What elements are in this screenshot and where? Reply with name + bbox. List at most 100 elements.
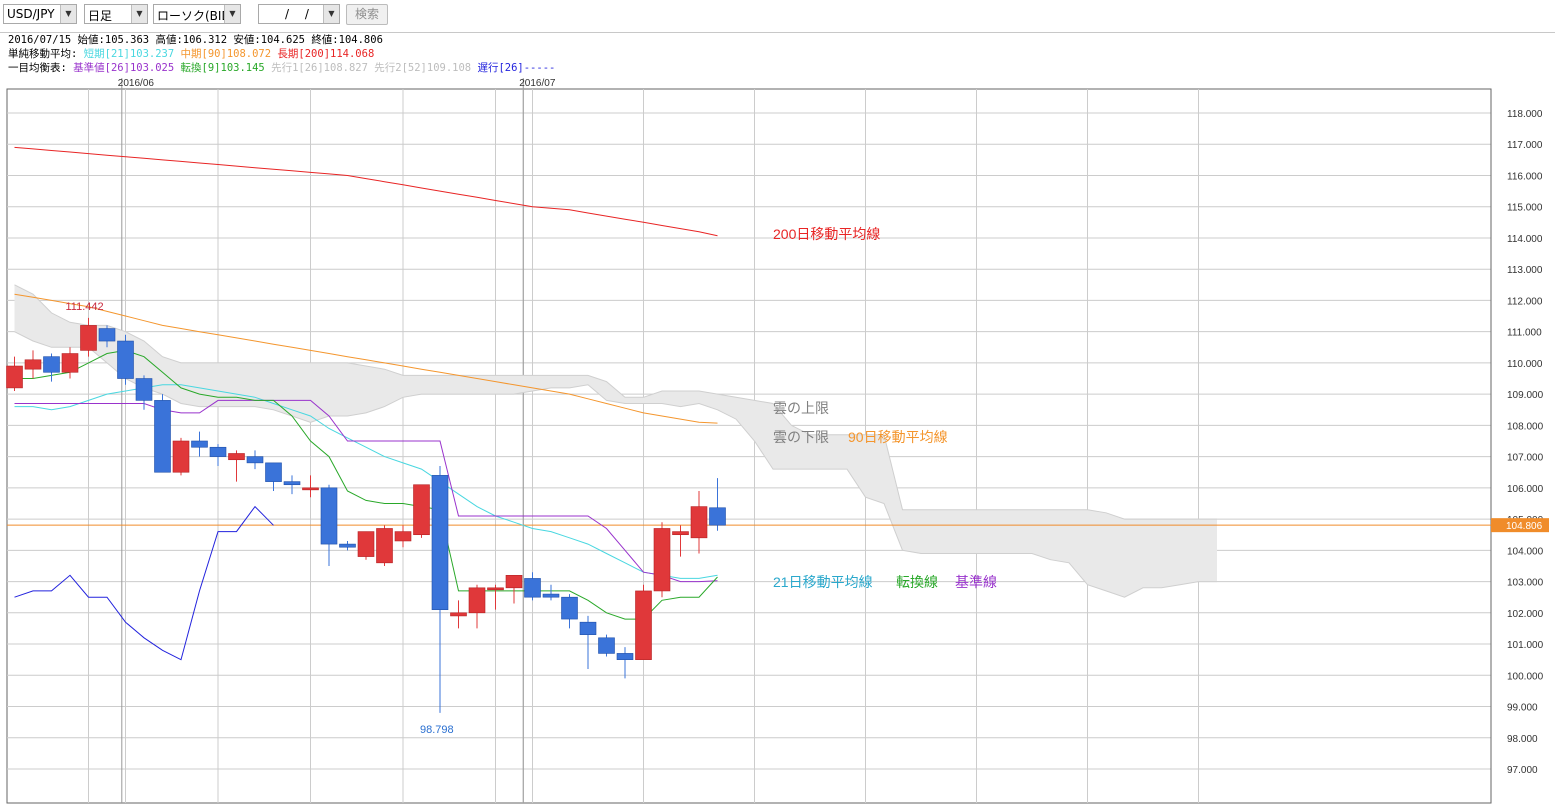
sma90-annotation: 90日移動平均線	[848, 429, 948, 445]
y-tick-label: 104.000	[1507, 546, 1544, 557]
y-tick-label: 97.000	[1507, 765, 1538, 776]
ichimoku-label: 一目均衡表:	[8, 62, 67, 74]
senkou1-value: 先行1[26]108.827	[271, 62, 368, 74]
candle-body	[376, 528, 393, 564]
month-label: 2016/06	[118, 78, 155, 89]
sma-row: 単純移動平均: 短期[21]103.237 中期[90]108.072 長期[2…	[8, 47, 374, 61]
chevron-down-icon[interactable]: ▼	[131, 5, 147, 23]
candle-body	[413, 484, 430, 536]
ohlc-date: 2016/07/15	[8, 34, 72, 46]
candlestick-chart[interactable]: 97.000 98.000 99.000 100.000 101.000 102.000 1…	[0, 76, 1555, 804]
senkou2-value: 先行2[52]109.108	[374, 62, 472, 74]
candle-body	[172, 440, 190, 473]
kijun-annotation: 基準線	[955, 574, 997, 590]
chevron-down-icon[interactable]: ▼	[60, 5, 76, 23]
y-tick-label: 116.000	[1507, 171, 1543, 182]
y-tick-label: 113.000	[1507, 265, 1543, 276]
period-select[interactable]: 日足 ▼	[84, 4, 148, 24]
last-price-label: 104.806	[1506, 521, 1543, 532]
candle-body	[320, 487, 338, 545]
open-label: 始値:	[77, 34, 105, 46]
y-tick-label: 108.000	[1507, 421, 1544, 432]
candle-body	[524, 578, 541, 598]
search-button[interactable]: 検索	[346, 4, 388, 25]
candle-body	[246, 456, 264, 464]
candle-body	[635, 590, 652, 660]
chikou-value: 遅行[26]-----	[477, 62, 556, 74]
candle-body	[191, 440, 208, 448]
candle-body	[24, 359, 42, 370]
close-label: 終値:	[311, 34, 339, 46]
close-value: 104.806	[338, 34, 383, 46]
y-tick-label: 100.000	[1507, 671, 1544, 682]
candle-body	[542, 593, 560, 598]
high-value: 106.312	[182, 34, 228, 46]
candle-body	[672, 531, 689, 536]
candle-body	[209, 446, 227, 457]
candle-body	[228, 453, 245, 461]
candle-body	[709, 507, 726, 526]
y-tick-label: 103.000	[1507, 578, 1544, 589]
currency-pair-value: USD/JPY	[7, 7, 55, 21]
y-tick-label: 110.000	[1507, 359, 1543, 370]
y-tick-label: 114.000	[1507, 234, 1543, 245]
low-label: 安値:	[233, 34, 261, 46]
y-tick-label: 101.000	[1507, 640, 1544, 651]
date-picker[interactable]: / / ▼	[258, 4, 340, 24]
ohlc-row: 2016/07/15 始値:105.363 高値:106.312 安値:104.…	[8, 33, 383, 47]
sma-mid-value: 中期[90]108.072	[180, 48, 272, 60]
ichimoku-row: 一目均衡表: 基準値[26]103.025 転換[9]103.145 先行1[2…	[8, 61, 555, 75]
y-tick-label: 118.000	[1507, 109, 1543, 120]
candle-body	[265, 462, 282, 482]
sma-long-value: 長期[200]114.068	[277, 48, 375, 60]
chevron-down-icon[interactable]: ▼	[224, 5, 240, 23]
cloud-upper-annotation: 雲の上限	[773, 400, 829, 416]
high-marker-label: 111.442	[66, 301, 104, 313]
y-tick-label: 106.000	[1507, 484, 1544, 495]
low-marker-label: 98.798	[420, 724, 454, 736]
candle-body	[690, 506, 708, 539]
sma200-annotation: 200日移動平均線	[773, 226, 880, 242]
info-bar: 2016/07/15 始値:105.363 高値:106.312 安値:104.…	[0, 32, 1555, 76]
candle-body	[431, 475, 449, 610]
y-tick-label: 115.000	[1507, 203, 1543, 214]
sma-short-value: 短期[21]103.237	[83, 48, 175, 60]
candle-body	[653, 528, 671, 592]
month-header	[0, 76, 1555, 89]
candle-body	[283, 481, 301, 486]
candle-body	[450, 612, 467, 617]
y-tick-label: 111.000	[1507, 328, 1542, 339]
y-tick-label: 99.000	[1507, 703, 1538, 714]
sma-label: 単純移動平均:	[8, 48, 78, 60]
y-tick-label: 107.000	[1507, 453, 1544, 464]
candle-body	[468, 587, 486, 614]
candle-body	[357, 531, 375, 557]
month-label: 2016/07	[519, 78, 556, 89]
candle-body	[616, 653, 634, 660]
y-tick-label: 112.000	[1507, 296, 1543, 307]
candle-body	[598, 637, 615, 654]
currency-pair-select[interactable]: USD/JPY ▼	[3, 4, 77, 24]
high-label: 高値:	[155, 34, 183, 46]
chart-kind-select[interactable]: ローソク(BID) ▼	[153, 4, 241, 24]
open-value: 105.363	[104, 34, 150, 46]
chevron-down-icon[interactable]: ▼	[323, 5, 339, 23]
candle-body	[339, 543, 356, 548]
candle-body	[154, 400, 171, 473]
candle-body	[135, 378, 153, 401]
candle-body	[487, 587, 504, 591]
period-value: 日足	[88, 9, 113, 23]
candle-body	[505, 575, 523, 589]
y-tick-label: 109.000	[1507, 390, 1544, 401]
cloud-lower-annotation: 雲の下限	[773, 429, 829, 445]
candle-body	[6, 365, 23, 389]
low-value: 104.625	[260, 34, 305, 46]
candle-body	[579, 621, 597, 635]
y-tick-label: 98.000	[1507, 734, 1538, 745]
tenkan-annotation: 転換線	[896, 574, 938, 590]
chart-area[interactable]: 97.000 98.000 99.000 100.000 101.000 102.000 1…	[0, 76, 1555, 804]
candle-body	[302, 487, 319, 491]
candle-body	[561, 596, 578, 620]
candle-body	[98, 328, 116, 342]
sma21-annotation: 21日移動平均線	[773, 574, 873, 590]
